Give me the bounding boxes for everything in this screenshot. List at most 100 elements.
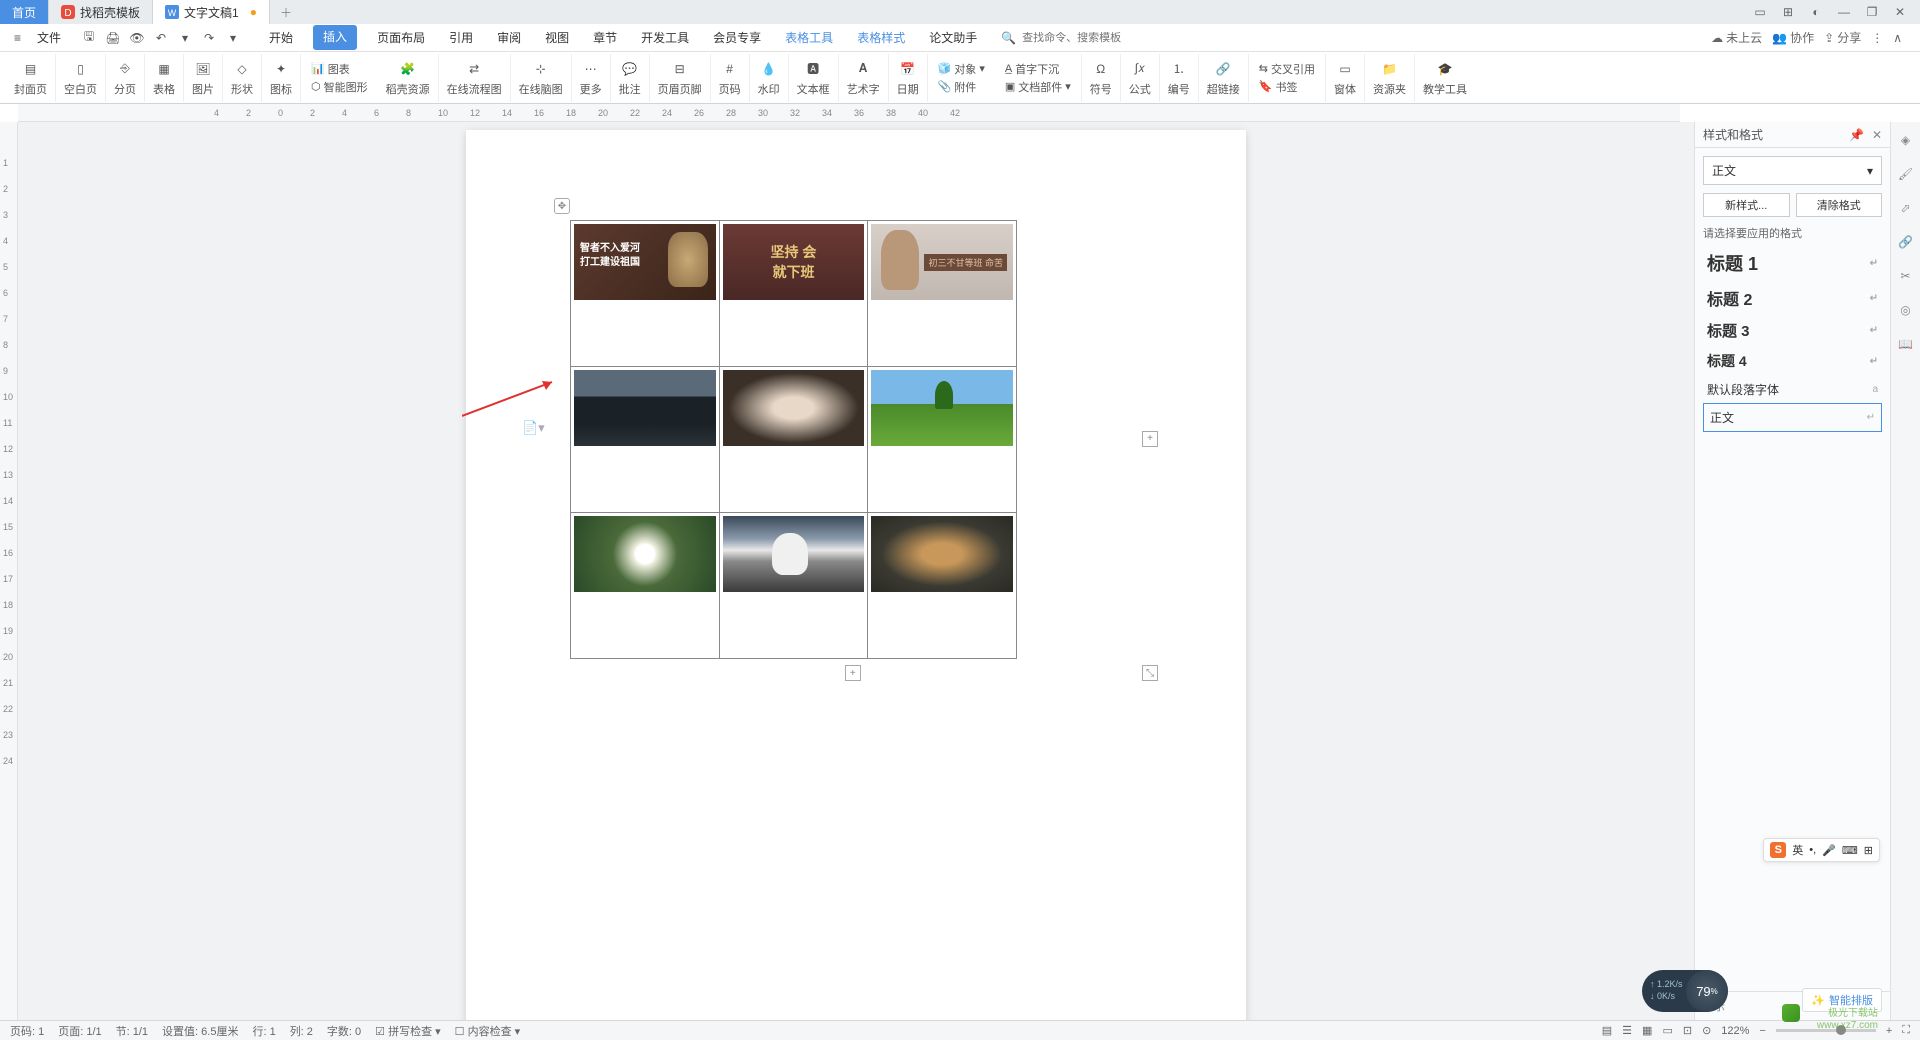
zoom-value[interactable]: 122% <box>1721 1025 1749 1037</box>
style-default-font[interactable]: 默认段落字体a <box>1703 376 1882 403</box>
ime-mic-icon[interactable]: 🎤 <box>1822 844 1836 857</box>
ime-grid-icon[interactable]: ⊞ <box>1864 844 1873 857</box>
status-words[interactable]: 字数: 0 <box>327 1023 361 1039</box>
tab-insert[interactable]: 插入 <box>313 25 357 50</box>
file-menu[interactable]: 文件 <box>29 27 69 48</box>
close-panel-icon[interactable]: ✕ <box>1872 128 1882 142</box>
status-section[interactable]: 节: 1/1 <box>116 1023 148 1039</box>
minimize-button[interactable]: — <box>1830 0 1858 24</box>
tab-doc[interactable]: W 文字文稿1 ● <box>153 0 270 24</box>
dropcap-button[interactable]: A̲首字下沉 <box>1005 61 1071 77</box>
maximize-button[interactable]: ❐ <box>1858 0 1886 24</box>
tab-dev[interactable]: 开发工具 <box>637 25 693 50</box>
attach-button[interactable]: 📎附件 <box>938 79 985 95</box>
tab-review[interactable]: 审阅 <box>493 25 525 50</box>
view-outline-icon[interactable]: ☰ <box>1622 1024 1632 1037</box>
close-button[interactable]: ✕ <box>1886 0 1914 24</box>
status-spell[interactable]: ☑ 拼写检查 ▾ <box>375 1023 441 1039</box>
current-style-select[interactable]: 正文▾ <box>1703 156 1882 185</box>
smart-button[interactable]: ⬡智能图形 <box>311 79 368 95</box>
tab-refs[interactable]: 引用 <box>445 25 477 50</box>
status-line[interactable]: 行: 1 <box>252 1023 275 1039</box>
bookmark-button[interactable]: 🔖书签 <box>1259 79 1315 95</box>
flow-button[interactable]: ⇄在线流程图 <box>439 54 511 102</box>
tab-layout[interactable]: 页面布局 <box>373 25 429 50</box>
xref-button[interactable]: ⇆交叉引用 <box>1259 61 1315 77</box>
table-add-col-handle[interactable]: + <box>1142 431 1158 447</box>
canvas[interactable]: ✥ 📄▾ 智者不入爱河打工建设祖国 坚持 会就下班 初三不甘等班 命苦 <box>18 122 1694 1020</box>
shape-button[interactable]: ◇形状 <box>223 54 262 102</box>
table-cell[interactable] <box>719 513 868 659</box>
fullscreen-icon[interactable]: ⛶ <box>1902 1024 1910 1037</box>
tab-paper[interactable]: 论文助手 <box>925 25 981 50</box>
table-add-row-handle[interactable]: + <box>845 665 861 681</box>
status-page[interactable]: 页码: 1 <box>10 1023 44 1039</box>
rail-chain-icon[interactable]: 🔗 <box>1896 232 1916 252</box>
save-icon[interactable]: 🖫 <box>81 30 97 46</box>
view-web-icon[interactable]: ▦ <box>1642 1024 1652 1037</box>
clear-format-button[interactable]: 清除格式 <box>1796 193 1883 217</box>
new-tab[interactable]: ＋ <box>270 4 302 21</box>
print-icon[interactable]: 🖨 <box>105 30 121 46</box>
rail-book-icon[interactable]: 📖 <box>1896 334 1916 354</box>
batch-button[interactable]: 💬批注 <box>611 54 650 102</box>
table-cell[interactable]: 智者不入爱河打工建设祖国 <box>571 221 720 367</box>
rail-target-icon[interactable]: ◎ <box>1896 300 1916 320</box>
formula-button[interactable]: ∫𝑥公式 <box>1121 54 1160 102</box>
tab-table-style[interactable]: 表格样式 <box>853 25 909 50</box>
float-paste-icon[interactable]: 📄▾ <box>522 420 545 436</box>
more-menu[interactable]: ⋮ <box>1871 31 1883 45</box>
style-heading2[interactable]: 标题 2↵ <box>1703 281 1882 315</box>
table-cell[interactable] <box>571 367 720 513</box>
status-col[interactable]: 列: 2 <box>290 1023 313 1039</box>
view-focus-icon[interactable]: ⊡ <box>1683 1024 1692 1037</box>
resource-button[interactable]: 📁资源夹 <box>1365 54 1415 102</box>
ime-lang[interactable]: 英 <box>1792 842 1803 858</box>
table-cell[interactable] <box>719 367 868 513</box>
wordart-button[interactable]: 𝐀艺术字 <box>839 54 889 102</box>
view-page-icon[interactable]: ▤ <box>1602 1024 1612 1037</box>
preview-icon[interactable]: 👁 <box>129 30 145 46</box>
window-button[interactable]: ▭窗体 <box>1326 54 1365 102</box>
status-content[interactable]: ☐ 内容检查 ▾ <box>455 1023 521 1039</box>
view-read-icon[interactable]: ▭ <box>1662 1024 1672 1037</box>
grid-icon[interactable]: ⊞ <box>1774 0 1802 24</box>
ruler-horizontal[interactable]: 4202468101214161820222426283032343638404… <box>18 104 1680 122</box>
header-button[interactable]: ⊟页眉页脚 <box>650 54 711 102</box>
date-button[interactable]: 📅日期 <box>889 54 928 102</box>
cover-button[interactable]: ▤封面页 <box>6 54 56 102</box>
blank-button[interactable]: ▯空白页 <box>56 54 106 102</box>
watermark-button[interactable]: 💧水印 <box>750 54 789 102</box>
style-heading4[interactable]: 标题 4↵ <box>1703 346 1882 376</box>
more-button[interactable]: ⋯更多 <box>572 54 611 102</box>
pageno-button[interactable]: #页码 <box>711 54 750 102</box>
coop-button[interactable]: 👥协作 <box>1772 29 1814 46</box>
rail-select-icon[interactable]: ⬀ <box>1896 198 1916 218</box>
ime-bar[interactable]: S 英 •, 🎤 ⌨ ⊞ <box>1763 838 1880 862</box>
search-area[interactable]: 🔍 <box>1001 31 1142 45</box>
rail-diamond-icon[interactable]: ◈ <box>1896 130 1916 150</box>
symbol-button[interactable]: Ω符号 <box>1082 54 1121 102</box>
table-cell[interactable]: 初三不甘等班 命苦 <box>868 221 1017 367</box>
pic-button[interactable]: 🖼图片 <box>184 54 223 102</box>
status-setval[interactable]: 设置值: 6.5厘米 <box>162 1023 238 1039</box>
table-cell[interactable] <box>868 513 1017 659</box>
redo-icon[interactable]: ↷ <box>201 30 217 46</box>
skin-icon[interactable]: ◐ <box>1802 0 1830 24</box>
redo-drop-icon[interactable]: ▾ <box>225 30 241 46</box>
break-button[interactable]: ⎆分页 <box>106 54 145 102</box>
style-heading3[interactable]: 标题 3↵ <box>1703 315 1882 346</box>
object-button[interactable]: 🧊对象▾ <box>938 61 985 77</box>
table-cell[interactable] <box>868 367 1017 513</box>
undo-icon[interactable]: ↶ <box>153 30 169 46</box>
icon-button[interactable]: ✦图标 <box>262 54 301 102</box>
table-button[interactable]: ▦表格 <box>145 54 184 102</box>
tab-chapter[interactable]: 章节 <box>589 25 621 50</box>
tab-view[interactable]: 视图 <box>541 25 573 50</box>
docpart-button[interactable]: ▣文档部件▾ <box>1005 79 1071 95</box>
ime-keyboard-icon[interactable]: ⌨ <box>1842 844 1858 857</box>
doc-table[interactable]: 智者不入爱河打工建设祖国 坚持 会就下班 初三不甘等班 命苦 <box>570 220 1017 659</box>
status-pages[interactable]: 页面: 1/1 <box>58 1023 101 1039</box>
tab-home[interactable]: 首页 <box>0 0 49 24</box>
chart-button[interactable]: 📊图表 <box>311 61 368 77</box>
